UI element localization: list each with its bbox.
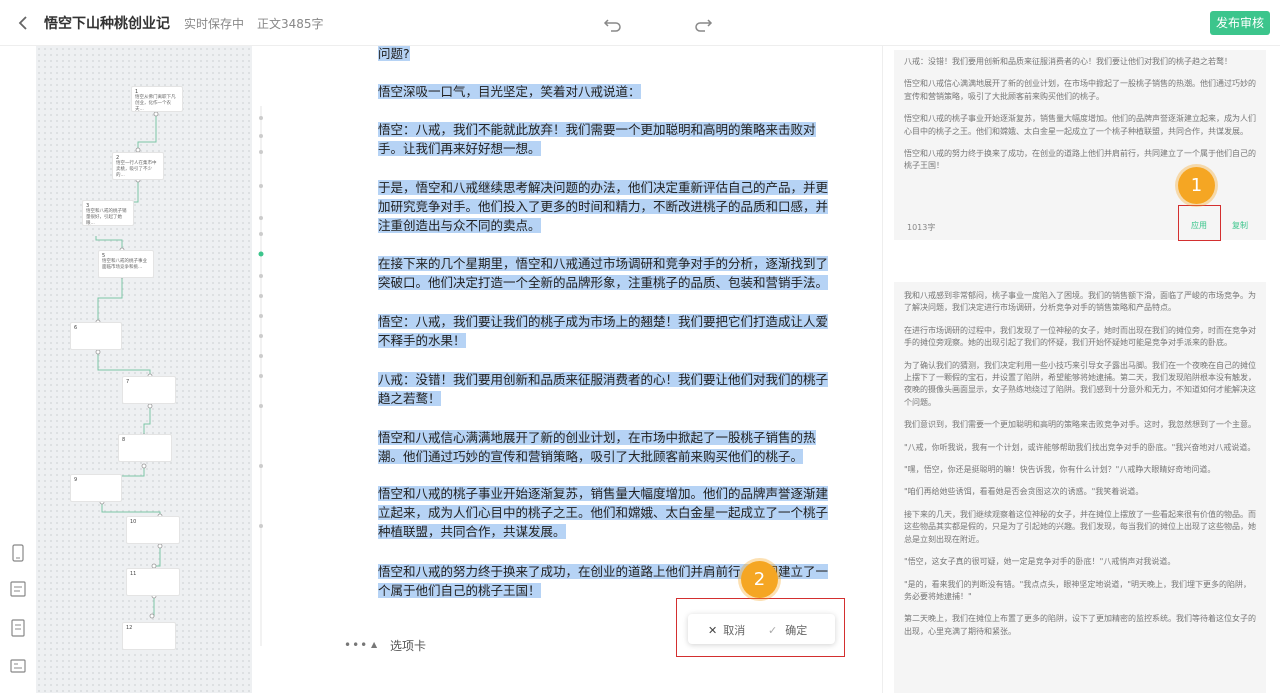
card-paragraph: 我们意识到，我们需要一个更加聪明和高明的策略来击败竞争对手。这时，我忽然想到了一…	[904, 420, 1256, 430]
card-word-count: 1013字	[907, 223, 936, 232]
outline-node[interactable]: 2 悟空一行人在集市中卖桃，吸引了不少的...	[112, 152, 164, 180]
node-number: 8	[122, 437, 126, 443]
editor-paragraph[interactable]: 问题?	[378, 44, 830, 63]
node-number: 12	[126, 625, 133, 631]
outline-node[interactable]: 1 悟空从佛门离职下凡创业，化作一个农夫...	[131, 86, 183, 112]
editor-paragraph[interactable]: 悟空和八戒信心满满地展开了新的创业计划，在市场中掀起了一股桃子销售的热潮。他们通…	[378, 428, 830, 466]
card-paragraph: 第二天晚上，我们在摊位上布置了更多的陷阱，设下了更加精密的监控系统。我们等待着这…	[904, 614, 1256, 636]
card-icon[interactable]	[10, 657, 26, 675]
save-status: 实时保存中	[184, 17, 245, 31]
copy-button[interactable]: 复制	[1232, 220, 1248, 231]
undo-icon	[603, 19, 621, 32]
doc-title: 悟空下山种桃创业记	[44, 16, 170, 32]
card-paragraph: "咱们再给她些诱饵，看看她是否会贪图这次的诱惑。"我笑着说道。	[904, 487, 1144, 497]
node-number: 11	[130, 571, 137, 577]
back-button[interactable]	[14, 13, 34, 33]
outline-icon[interactable]	[10, 580, 26, 598]
card-paragraph: 悟空和八戒信心满满地展开了新的创业计划，在市场中掀起了一股桃子销售的热潮。他们通…	[904, 79, 1256, 101]
editor-paragraph[interactable]: 八戒：没错！我们要用创新和品质来征服消费者的心！我们要让他们对我们的桃子趋之若鹜…	[378, 370, 830, 408]
top-bar: 悟空下山种桃创业记 实时保存中 正文3485字 发布审核	[0, 0, 1280, 46]
undo-button[interactable]	[602, 12, 624, 34]
chevron-left-icon	[18, 16, 27, 30]
triangle-up-icon[interactable]: ▲	[371, 640, 377, 649]
card-paragraph: "悟空，这女子真的很可疑，她一定是竞争对手的卧底！"八戒悄声对我说道。	[904, 557, 1176, 567]
node-text: 悟空和八戒的桃子销量很好，引起了她眼...	[86, 209, 127, 226]
node-number: 7	[126, 379, 130, 385]
card-paragraph: 接下来的几天，我们继续观察着这位神秘的女子，并在摊位上摆放了一些看起来很有价值的…	[904, 509, 1256, 544]
check-icon: ✓	[768, 624, 778, 637]
document-icon[interactable]	[10, 619, 26, 637]
cancel-label: 取消	[723, 624, 746, 637]
node-number: 9	[74, 477, 78, 483]
outline-node[interactable]: 7	[122, 376, 176, 404]
cancel-button[interactable]: ✕ 取消	[708, 622, 745, 638]
card-paragraph: 悟空和八戒的桃子事业开始逐渐复苏，销售量大幅度增加。他们的品牌声誉逐渐建立起来，…	[904, 114, 1256, 136]
outline-canvas[interactable]: 1 悟空从佛门离职下凡创业，化作一个农夫... 2 悟空一行人在集市中卖桃，吸引…	[36, 46, 252, 693]
suggestion-card: 我和八戒感到非常郁闷，桃子事业一度陷入了困境。我们的销售额下滑，面临了严峻的市场…	[894, 282, 1266, 693]
node-text: 悟空从佛门离职下凡创业，化作一个农夫...	[135, 95, 176, 112]
outline-node[interactable]: 9	[70, 474, 122, 502]
paragraph-timeline	[258, 106, 264, 646]
card-paragraph: "八戒，你听我说，我有一个计划，或许能够帮助我们找出竞争对手的卧底。"我兴奋地对…	[904, 442, 1256, 452]
tab-selector-label[interactable]: 选项卡	[390, 637, 426, 654]
confirm-label: 确定	[785, 624, 808, 637]
left-rail	[0, 46, 36, 693]
card-paragraph: 八戒：没错！我们要用创新和品质来征服消费者的心！我们要让他们对我们的桃子趋之若鹜…	[904, 57, 1232, 66]
phone-icon[interactable]	[10, 544, 26, 562]
node-text: 悟空一行人在集市中卖桃，吸引了不少的...	[116, 161, 157, 178]
node-number: 6	[74, 325, 78, 331]
card-paragraph: 我和八戒感到非常郁闷，桃子事业一度陷入了困境。我们的销售额下滑，面临了严峻的市场…	[904, 291, 1256, 313]
editor-paragraph[interactable]: 悟空深吸一口气，目光坚定，笑着对八戒说道：	[378, 82, 830, 101]
card-paragraph: "嘿，悟空，你还是挺聪明的嘛！快告诉我，你有什么计划？"八戒睁大眼睛好奇地问道。	[904, 465, 1216, 475]
card-paragraph: 在进行市场调研的过程中，我们发现了一位神秘的女子，她时而出现在我们的摊位旁，时而…	[904, 325, 1256, 348]
editor-paragraph[interactable]: 于是，悟空和八戒继续思考解决问题的办法，他们决定重新评估自己的产品，并更加研究竞…	[378, 178, 830, 235]
node-text: 悟空和八戒的桃子事业面临市场竞争和挑...	[102, 259, 147, 270]
outline-node[interactable]: 5 悟空和八戒的桃子事业面临市场竞争和挑...	[98, 250, 154, 278]
outline-node[interactable]: 12	[122, 622, 176, 650]
node-number: 10	[130, 519, 137, 525]
more-icon[interactable]: •••	[344, 638, 368, 652]
word-count: 正文3485字	[257, 17, 324, 31]
close-icon: ✕	[708, 624, 718, 637]
card-paragraph: "是的，看来我们的判断没有错。"我点点头，眼神坚定地说道，"明天晚上，我们埋下更…	[904, 579, 1252, 601]
publish-review-button[interactable]: 发布审核	[1210, 11, 1270, 35]
editor-paragraph[interactable]: 在接下来的几个星期里，悟空和八戒通过市场调研和竞争对手的分析，逐渐找到了突破口。…	[378, 254, 830, 292]
redo-icon	[695, 19, 713, 32]
outline-node[interactable]: 11	[126, 568, 180, 596]
step-badge-2: 2	[741, 561, 778, 598]
editor-paragraph[interactable]: 悟空：八戒，我们不能就此放弃！我们需要一个更加聪明和高明的策略来击败对手。让我们…	[378, 120, 830, 158]
editor-paragraph[interactable]: 悟空和八戒的桃子事业开始逐渐复苏，销售量大幅度增加。他们的品牌声誉逐渐建立起来，…	[378, 484, 830, 541]
confirm-button[interactable]: ✓ 确定	[768, 622, 807, 638]
outline-node[interactable]: 6	[70, 322, 122, 350]
step-badge-1: 1	[1178, 167, 1215, 204]
editor-paragraph[interactable]: 悟空：八戒，我们要让我们的桃子成为市场上的翘楚！我们要把它们打造成让人爱不释手的…	[378, 312, 830, 350]
outline-node[interactable]: 3 悟空和八戒的桃子销量很好，引起了她眼...	[82, 200, 134, 226]
outline-node[interactable]: 10	[126, 516, 180, 544]
card-paragraph: 为了确认我们的猜测，我们决定利用一些小技巧来引导女子露出马脚。我们在一个夜晚在自…	[904, 360, 1256, 407]
outline-node[interactable]: 8	[118, 434, 172, 462]
apply-button[interactable]: 应用	[1191, 220, 1207, 231]
redo-button[interactable]	[692, 12, 714, 34]
